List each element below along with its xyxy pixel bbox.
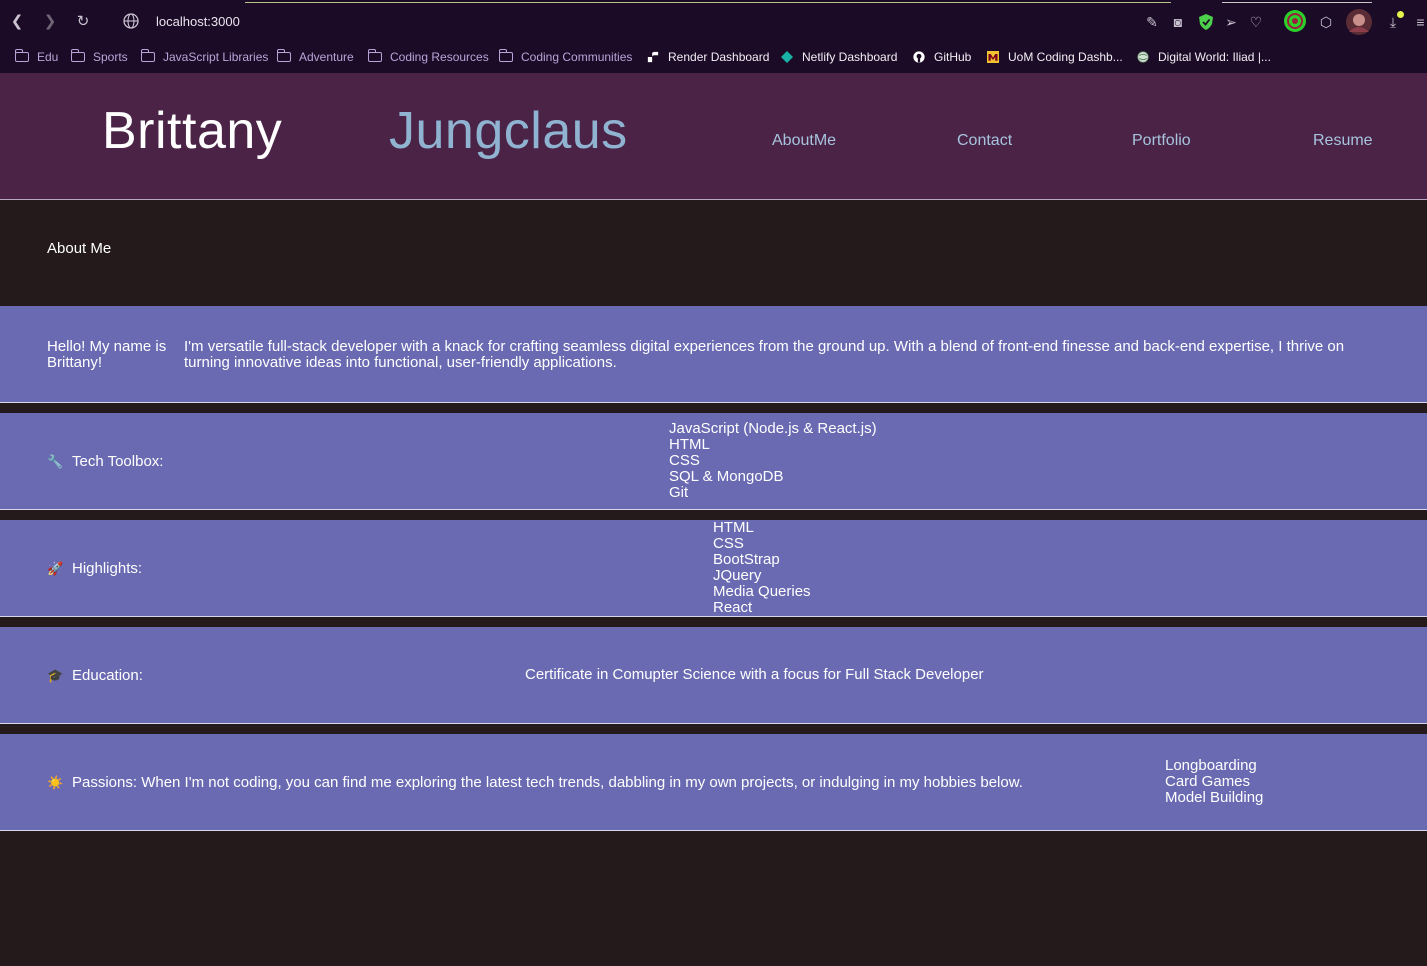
render-icon: [647, 51, 659, 63]
shield-icon[interactable]: [1196, 12, 1216, 32]
list-item: Longboarding: [1165, 757, 1257, 774]
nav-contact[interactable]: Contact: [957, 132, 1012, 150]
rocket-icon: 🚀: [47, 560, 64, 576]
nav-portfolio[interactable]: Portfolio: [1132, 132, 1191, 150]
passions-list: Longboarding Card Games Model Building: [1165, 758, 1263, 806]
section-title: About Me: [47, 240, 112, 257]
bookmark-label: Edu: [37, 50, 59, 64]
browser-chrome: ❮ ❯ ↻ localhost:3000 ✎ ◙ ➢ ♡ ⬡ ⤓ ≡ Edu S…: [0, 0, 1427, 73]
bookmark-label: Coding Communities: [521, 50, 633, 64]
education-text: Certificate in Comupter Science with a f…: [525, 666, 984, 683]
toolbox-heading: 🔧 Tech Toolbox:: [47, 453, 163, 470]
intro-bio: I'm versatile full-stack developer with …: [184, 338, 1345, 371]
site-info-icon[interactable]: [122, 12, 140, 30]
bookmark-label: Netlify Dashboard: [802, 50, 898, 64]
address-bar[interactable]: localhost:3000: [156, 14, 240, 29]
list-item: Git: [669, 484, 689, 501]
list-item: Model Building: [1165, 789, 1264, 806]
list-item: JavaScript (Node.js & React.js): [669, 420, 877, 437]
site-header: Brittany Jungclaus AboutMe Contact Portf…: [0, 73, 1427, 200]
bookmark-folder-adventure[interactable]: Adventure: [277, 47, 354, 67]
bookmark-folder-coding-communities[interactable]: Coding Communities: [499, 47, 632, 67]
list-item: CSS: [713, 535, 744, 552]
cube-icon[interactable]: ⬡: [1316, 12, 1336, 32]
bookmark-render-dashboard[interactable]: Render Dashboard: [646, 47, 769, 67]
list-item: Card Games: [1165, 773, 1251, 790]
heart-icon[interactable]: ♡: [1246, 12, 1266, 32]
passions-heading: ☀️ Passions: When I'm not coding, you ca…: [47, 774, 1023, 791]
bookmark-label: UoM Coding Dashb...: [1008, 50, 1123, 64]
bookmark-folder-sports[interactable]: Sports: [71, 47, 128, 67]
bookmark-folder-coding-resources[interactable]: Coding Resources: [368, 47, 489, 67]
uom-icon: [987, 51, 999, 63]
name-last: Jungclaus: [389, 102, 628, 160]
menu-icon[interactable]: ≡: [1414, 12, 1427, 32]
list-item: HTML: [713, 519, 754, 536]
bookmark-digital-world-iliad[interactable]: Digital World: Iliad |...: [1136, 47, 1271, 67]
bookmark-label: GitHub: [934, 50, 972, 64]
globe-icon: [1137, 51, 1149, 63]
highlights-list: HTML CSS BootStrap JQuery Media Queries …: [713, 520, 811, 616]
graduation-cap-icon: 🎓: [47, 667, 64, 683]
bookmark-uom-coding-dashboard[interactable]: UoM Coding Dashb...: [986, 47, 1123, 67]
passions-label: Passions: When I'm not coding, you can f…: [72, 774, 1023, 791]
bookmark-folder-edu[interactable]: Edu: [15, 47, 58, 67]
reload-icon[interactable]: ↻: [73, 12, 93, 32]
netlify-icon: [781, 51, 793, 63]
list-item: Media Queries: [713, 583, 811, 600]
bookmark-label: Adventure: [299, 50, 354, 64]
browser-toolbar: ❮ ❯ ↻ localhost:3000 ✎ ◙ ➢ ♡ ⬡ ⤓ ≡: [0, 0, 1427, 44]
list-item: BootStrap: [713, 551, 780, 568]
camera-icon[interactable]: ◙: [1168, 12, 1188, 32]
list-item: CSS: [669, 452, 700, 469]
notification-dot: [1397, 11, 1404, 18]
sun-icon: ☀️: [47, 774, 64, 790]
wrench-icon: 🔧: [47, 453, 64, 469]
bookmark-github[interactable]: GitHub: [912, 47, 971, 67]
bookmark-label: Sports: [93, 50, 128, 64]
bookmark-label: Digital World: Iliad |...: [1158, 50, 1271, 64]
extension-radar-icon[interactable]: [1283, 9, 1307, 33]
bookmark-label: Render Dashboard: [668, 50, 770, 64]
bookmarks-bar: Edu Sports JavaScript Libraries Adventur…: [0, 44, 1427, 73]
folder-icon: [368, 49, 382, 62]
education-card: 🎓 Education: Certificate in Comupter Sci…: [0, 627, 1427, 724]
bookmark-netlify-dashboard[interactable]: Netlify Dashboard: [780, 47, 897, 67]
name-first: Brittany: [102, 102, 283, 160]
back-icon[interactable]: ❮: [7, 12, 27, 32]
tech-toolbox-card: 🔧 Tech Toolbox: JavaScript (Node.js & Re…: [0, 413, 1427, 510]
highlights-label: Highlights:: [72, 560, 143, 577]
folder-icon: [141, 49, 155, 62]
list-item: SQL & MongoDB: [669, 468, 784, 485]
intro-greeting: Hello! My name is Brittany!: [47, 338, 167, 371]
nav-aboutme[interactable]: AboutMe: [772, 132, 836, 150]
education-heading: 🎓 Education:: [47, 667, 143, 684]
nav-resume[interactable]: Resume: [1313, 132, 1373, 150]
list-item: React: [713, 599, 753, 616]
folder-icon: [499, 49, 513, 62]
edit-icon[interactable]: ✎: [1142, 12, 1162, 32]
forward-icon[interactable]: ❯: [40, 12, 60, 32]
passions-card: ☀️ Passions: When I'm not coding, you ca…: [0, 734, 1427, 831]
folder-icon: [71, 49, 85, 62]
toolbox-label: Tech Toolbox:: [72, 453, 164, 470]
list-item: HTML: [669, 436, 710, 453]
highlights-card: 🚀 Highlights: HTML CSS BootStrap JQuery …: [0, 520, 1427, 617]
folder-icon: [15, 49, 29, 62]
folder-icon: [277, 49, 291, 62]
bookmark-label: JavaScript Libraries: [163, 50, 269, 64]
github-icon: [913, 51, 925, 63]
avatar[interactable]: [1345, 8, 1373, 36]
education-label: Education:: [72, 667, 143, 684]
send-icon[interactable]: ➢: [1221, 12, 1241, 32]
intro-card: Hello! My name is Brittany! I'm versatil…: [0, 306, 1427, 403]
list-item: JQuery: [713, 567, 762, 584]
bookmark-label: Coding Resources: [390, 50, 489, 64]
bookmark-folder-js-libraries[interactable]: JavaScript Libraries: [141, 47, 268, 67]
highlights-heading: 🚀 Highlights:: [47, 560, 142, 577]
toolbox-list: JavaScript (Node.js & React.js) HTML CSS…: [669, 421, 877, 501]
